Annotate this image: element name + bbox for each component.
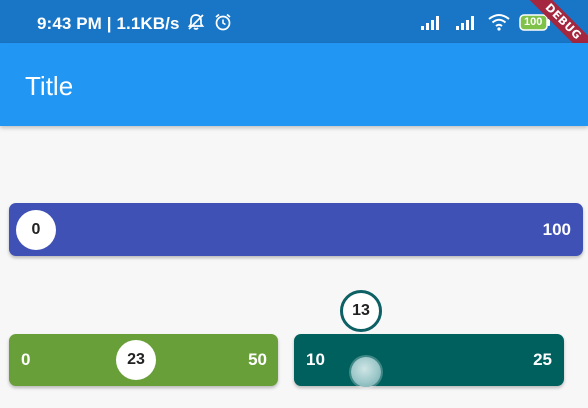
slider-0-50[interactable]: 0 23 50	[9, 334, 278, 386]
wifi-icon	[487, 13, 511, 36]
slider-max-label: 25	[533, 350, 552, 369]
status-text: 9:43 PM | 1.1KB/s	[37, 14, 180, 33]
alarm-icon	[213, 12, 233, 37]
slider-thumb[interactable]: 23	[116, 340, 156, 380]
slider-thumb[interactable]: 0	[16, 209, 56, 250]
slider-value-tooltip: 13	[340, 290, 382, 332]
battery-level: 100	[524, 16, 543, 28]
slider-10-25[interactable]: 10 25	[294, 334, 564, 387]
slider-max-label: 50	[248, 350, 267, 369]
slider-min-label: 0	[21, 350, 31, 369]
slider-max-label: 100	[542, 219, 571, 239]
slider-thumb[interactable]	[351, 357, 381, 387]
slider-min-label: 10	[306, 350, 325, 369]
slider-0-100[interactable]: 0 100	[9, 203, 583, 256]
notification-muted-icon	[186, 12, 206, 37]
app-bar-title: Title	[25, 71, 74, 101]
signal-icon	[420, 14, 444, 36]
signal-icon	[455, 14, 479, 36]
status-bar: 9:43 PM | 1.1KB/s 100 DEBUG	[0, 0, 588, 67]
app-bar: Title	[0, 43, 588, 126]
